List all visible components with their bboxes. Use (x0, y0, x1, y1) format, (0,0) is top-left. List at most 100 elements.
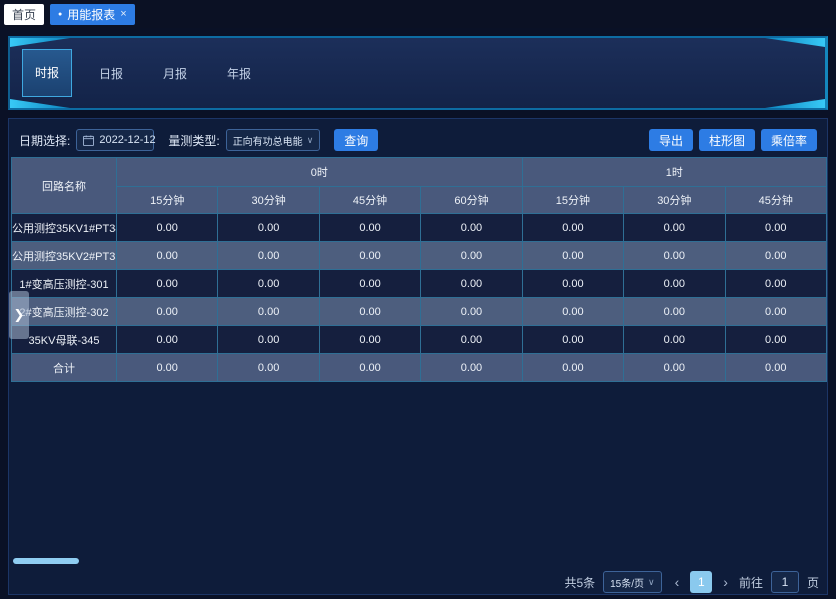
tab-yearly-report[interactable]: 年报 (214, 65, 264, 82)
next-page-icon[interactable]: › (720, 574, 731, 590)
col-header-15min: 15分钟 (522, 187, 623, 214)
col-header-45min: 45分钟 (319, 187, 420, 214)
table-row-total: 合计 0.00 0.00 0.00 0.00 0.00 0.00 0.00 (12, 354, 827, 382)
cell-value: 0.00 (218, 298, 319, 326)
cell-value: 0.00 (319, 270, 420, 298)
cell-value: 0.00 (319, 326, 420, 354)
cell-value: 0.00 (522, 298, 623, 326)
cell-value: 0.00 (421, 326, 522, 354)
cell-value: 0.00 (522, 242, 623, 270)
cell-value: 0.00 (218, 242, 319, 270)
col-group-hour-0: 0时 (117, 158, 523, 187)
pagination: 共5条 15条/页 ∨ ‹ 1 › 前往 页 (564, 571, 819, 593)
measure-type-label: 量测类型: (168, 132, 219, 149)
col-header-30min: 30分钟 (624, 187, 725, 214)
tag-report-active[interactable]: ● 用能报表 × (50, 4, 135, 25)
drawer-expand-handle[interactable]: ❯ (9, 291, 29, 339)
total-count-label: 共5条 (564, 574, 595, 591)
page-suffix-label: 页 (807, 574, 819, 591)
table-row[interactable]: 2#变高压测控-302 0.00 0.00 0.00 0.00 0.00 0.0… (12, 298, 827, 326)
date-select-label: 日期选择: (19, 132, 70, 149)
cell-value: 0.00 (218, 354, 319, 382)
cell-value: 0.00 (624, 242, 725, 270)
col-header-15min: 15分钟 (117, 187, 218, 214)
calendar-icon (83, 135, 94, 146)
cell-value: 0.00 (725, 354, 826, 382)
cell-value: 0.00 (522, 214, 623, 242)
cell-value: 0.00 (421, 354, 522, 382)
cell-value: 0.00 (421, 242, 522, 270)
export-button[interactable]: 导出 (649, 129, 693, 151)
chevron-right-icon: ❯ (14, 307, 25, 323)
cell-value: 0.00 (624, 214, 725, 242)
cell-value: 0.00 (725, 298, 826, 326)
tab-monthly-report[interactable]: 月报 (150, 65, 200, 82)
filter-row: 日期选择: 2022-12-12 量测类型: 正向有功总电能 ∨ 查询 导出 柱… (9, 128, 827, 152)
cell-value: 0.00 (319, 298, 420, 326)
tag-home[interactable]: 首页 (4, 4, 44, 25)
report-table: 回路名称 0时 1时 15分钟 30分钟 45分钟 60分钟 15分钟 30分钟… (11, 157, 827, 382)
report-table-wrap: 回路名称 0时 1时 15分钟 30分钟 45分钟 60分钟 15分钟 30分钟… (11, 157, 827, 382)
cell-value: 0.00 (319, 242, 420, 270)
cell-value: 0.00 (725, 326, 826, 354)
action-buttons: 导出 柱形图 乘倍率 (649, 129, 817, 151)
cell-value: 0.00 (421, 270, 522, 298)
cell-value: 0.00 (624, 298, 725, 326)
date-value: 2022-12-12 (99, 134, 155, 146)
tab-daily-report[interactable]: 日报 (86, 65, 136, 82)
cell-value: 0.00 (624, 270, 725, 298)
report-tabs: 时报 日报 月报 年报 (22, 48, 278, 98)
report-tab-panel: 时报 日报 月报 年报 (8, 36, 828, 110)
cell-value: 0.00 (624, 326, 725, 354)
cell-value: 0.00 (725, 214, 826, 242)
table-row[interactable]: 公用测控35KV2#PT35-9 0.00 0.00 0.00 0.00 0.0… (12, 242, 827, 270)
cell-value: 0.00 (522, 326, 623, 354)
table-row[interactable]: 1#变高压测控-301 0.00 0.00 0.00 0.00 0.00 0.0… (12, 270, 827, 298)
cell-value: 0.00 (522, 270, 623, 298)
cell-value: 0.00 (117, 270, 218, 298)
bar-chart-button[interactable]: 柱形图 (699, 129, 755, 151)
close-icon[interactable]: × (120, 8, 126, 20)
cell-value: 0.00 (522, 354, 623, 382)
page-size-value: 15条/页 (610, 575, 644, 590)
cell-value: 0.00 (319, 354, 420, 382)
row-name: 合计 (12, 354, 117, 382)
window-tag-bar: 首页 ● 用能报表 × (0, 0, 836, 28)
active-dot-icon: ● (58, 11, 62, 18)
col-header-30min: 30分钟 (218, 187, 319, 214)
corner-accent-bottom-right (765, 99, 825, 108)
cell-value: 0.00 (624, 354, 725, 382)
col-header-60min: 60分钟 (421, 187, 522, 214)
goto-page-input[interactable] (771, 571, 799, 593)
multiply-rate-button[interactable]: 乘倍率 (761, 129, 817, 151)
cell-value: 0.00 (117, 242, 218, 270)
query-button[interactable]: 查询 (334, 129, 378, 151)
cell-value: 0.00 (421, 298, 522, 326)
row-name: 公用测控35KV1#PT34-9 (12, 214, 117, 242)
measure-type-value: 正向有功总电能 (233, 133, 303, 148)
date-picker-input[interactable]: 2022-12-12 (76, 129, 154, 151)
measure-type-select[interactable]: 正向有功总电能 ∨ (226, 129, 321, 151)
cell-value: 0.00 (218, 270, 319, 298)
goto-label: 前往 (739, 574, 763, 591)
corner-accent-top-right (765, 38, 825, 47)
prev-page-icon[interactable]: ‹ (672, 574, 683, 590)
table-row[interactable]: 公用测控35KV1#PT34-9 0.00 0.00 0.00 0.00 0.0… (12, 214, 827, 242)
cell-value: 0.00 (218, 214, 319, 242)
cell-value: 0.00 (117, 326, 218, 354)
cell-value: 0.00 (117, 214, 218, 242)
col-group-hour-1: 1时 (522, 158, 826, 187)
cell-value: 0.00 (117, 298, 218, 326)
cell-value: 0.00 (725, 242, 826, 270)
cell-value: 0.00 (319, 214, 420, 242)
tab-hourly-report[interactable]: 时报 (22, 49, 72, 97)
chevron-down-icon: ∨ (307, 135, 314, 146)
corner-accent-top-left (10, 38, 70, 47)
table-row[interactable]: 35KV母联-345 0.00 0.00 0.00 0.00 0.00 0.00… (12, 326, 827, 354)
page-number-current[interactable]: 1 (690, 571, 712, 593)
page-size-select[interactable]: 15条/页 ∨ (603, 571, 662, 593)
cell-value: 0.00 (725, 270, 826, 298)
cell-value: 0.00 (117, 354, 218, 382)
tag-report-label: 用能报表 (67, 6, 115, 23)
horizontal-scrollbar-thumb[interactable] (13, 558, 79, 564)
